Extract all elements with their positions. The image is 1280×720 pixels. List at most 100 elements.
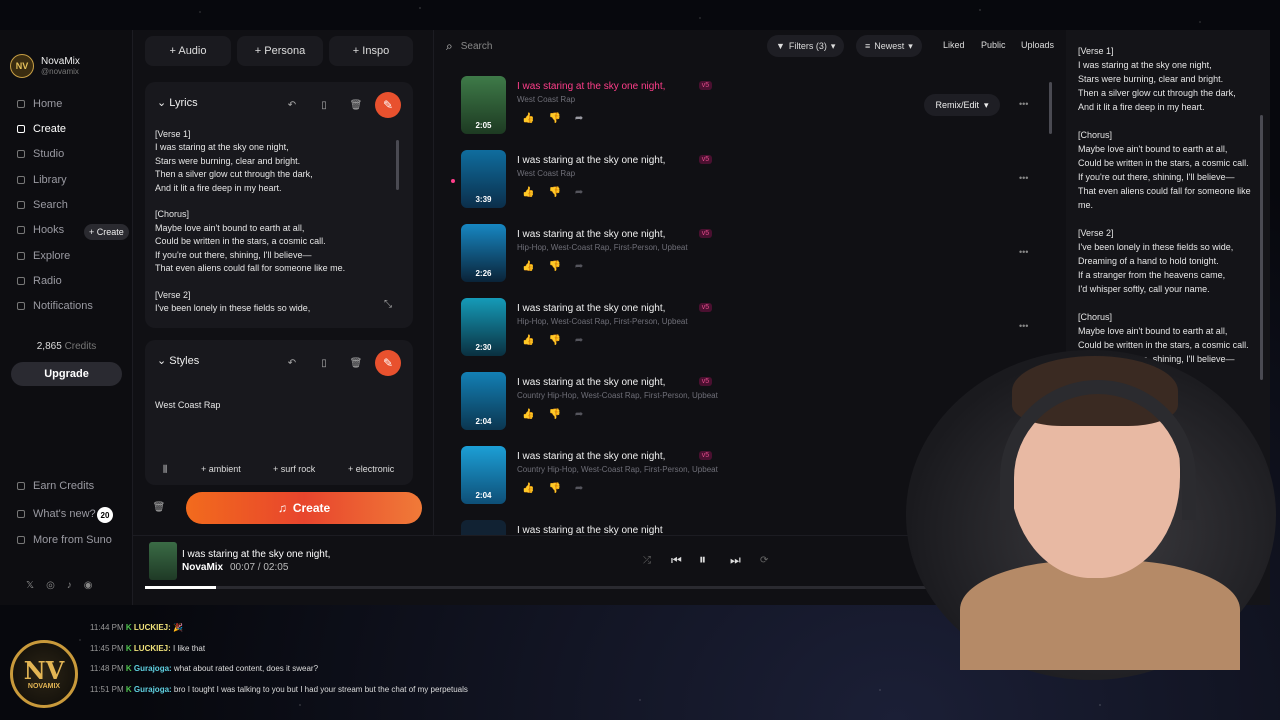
- discord-icon[interactable]: ◉: [84, 580, 93, 591]
- create-button[interactable]: ♫ Create: [186, 492, 422, 524]
- expand-icon[interactable]: ⤡: [380, 296, 396, 312]
- thumbs-down-icon[interactable]: 👎: [548, 261, 560, 272]
- remix-edit-button[interactable]: Remix/Edit ▾: [924, 94, 1000, 116]
- trash-icon[interactable]: 🗑: [348, 97, 364, 113]
- song-row[interactable]: 2:05 I was staring at the sky one night,…: [434, 70, 1044, 144]
- more-options-icon[interactable]: •••: [1019, 173, 1028, 183]
- undo-icon[interactable]: ↶: [284, 355, 300, 371]
- add-inspo-button[interactable]: + Inspo: [329, 36, 413, 66]
- sidebar-item-hooks[interactable]: Hooks: [17, 224, 64, 236]
- styles-input[interactable]: West Coast Rap: [155, 400, 220, 410]
- brand[interactable]: NV NovaMix @novamix: [10, 54, 80, 78]
- sidebar-item-explore[interactable]: Explore: [17, 250, 70, 262]
- public-filter[interactable]: Public: [981, 40, 1006, 50]
- song-thumbnail[interactable]: 2:26: [461, 224, 506, 282]
- sidebar-item-studio[interactable]: Studio: [17, 148, 64, 160]
- thumbs-down-icon[interactable]: 👎: [548, 409, 560, 420]
- tiktok-icon[interactable]: ♪: [67, 580, 72, 591]
- song-title[interactable]: I was staring at the sky one night,: [517, 81, 665, 92]
- filters-button[interactable]: ▼ Filters (3) ▾: [767, 35, 845, 57]
- song-thumbnail[interactable]: 2:30: [461, 298, 506, 356]
- song-row[interactable]: 3:39 I was staring at the sky one night,…: [434, 144, 1044, 218]
- add-audio-button[interactable]: + Audio: [145, 36, 231, 66]
- song-title[interactable]: I was staring at the sky one night,: [517, 155, 665, 166]
- earn-credits-link[interactable]: Earn Credits: [17, 480, 94, 492]
- song-thumbnail[interactable]: 2:04: [461, 372, 506, 430]
- thumbs-up-icon[interactable]: 👍: [522, 261, 534, 272]
- magic-wand-icon[interactable]: ✎: [375, 92, 401, 118]
- thumbs-up-icon[interactable]: 👍: [522, 335, 534, 346]
- thumbs-down-icon[interactable]: 👎: [548, 113, 560, 124]
- progress-bar[interactable]: [145, 586, 1050, 589]
- share-icon[interactable]: ➦: [575, 187, 583, 198]
- lyrics-card-header[interactable]: ⌄ Lyrics: [157, 96, 198, 109]
- song-row[interactable]: 2:30 I was staring at the sky one night,…: [434, 292, 1044, 366]
- bookmark-icon[interactable]: ▯: [316, 97, 332, 113]
- song-duration: 2:26: [475, 269, 492, 278]
- sidebar-item-search[interactable]: Search: [17, 199, 68, 211]
- tag-surf-rock[interactable]: + surf rock: [273, 464, 315, 474]
- lyrics-scrollbar[interactable]: [396, 140, 399, 190]
- styles-card-header[interactable]: ⌄ Styles: [157, 354, 199, 367]
- now-playing-artist[interactable]: NovaMix: [182, 562, 223, 573]
- sidebar-item-home[interactable]: Home: [17, 98, 62, 110]
- more-options-icon[interactable]: •••: [1019, 99, 1028, 109]
- sidebar-item-radio[interactable]: Radio: [17, 275, 62, 287]
- song-list-scrollbar[interactable]: [1049, 82, 1052, 134]
- uploads-filter[interactable]: Uploads: [1021, 40, 1054, 50]
- share-icon[interactable]: ➦: [575, 261, 583, 272]
- liked-filter[interactable]: Liked: [943, 40, 965, 50]
- instagram-icon[interactable]: ◎: [46, 580, 55, 591]
- song-thumbnail[interactable]: 2:05: [461, 76, 506, 134]
- repeat-icon[interactable]: ⟳: [760, 555, 768, 566]
- lyrics-viewer-scrollbar[interactable]: [1260, 115, 1263, 380]
- thumbs-up-icon[interactable]: 👍: [522, 113, 534, 124]
- whats-new-link[interactable]: What's new?: [17, 508, 96, 520]
- shuffle-icon[interactable]: ⤮: [643, 555, 651, 566]
- next-icon[interactable]: ⏭: [730, 553, 741, 568]
- upgrade-button[interactable]: Upgrade: [11, 362, 122, 386]
- share-icon[interactable]: ➦: [575, 335, 583, 346]
- lyrics-textarea[interactable]: [Verse 1] I was staring at the sky one n…: [155, 128, 390, 318]
- share-icon[interactable]: ➦: [575, 409, 583, 420]
- song-thumbnail[interactable]: 3:39: [461, 150, 506, 208]
- more-options-icon[interactable]: •••: [1019, 321, 1028, 331]
- song-title[interactable]: I was staring at the sky one night,: [517, 377, 665, 388]
- more-options-icon[interactable]: •••: [1019, 247, 1028, 257]
- search-input[interactable]: ⌕ Search: [446, 36, 746, 56]
- style-tags-icon[interactable]: ⫼: [163, 464, 167, 475]
- thumbs-down-icon[interactable]: 👎: [548, 335, 560, 346]
- undo-icon[interactable]: ↶: [284, 97, 300, 113]
- pause-icon[interactable]: ⏸: [699, 551, 706, 568]
- song-title[interactable]: I was staring at the sky one night,: [517, 303, 665, 314]
- trash-icon[interactable]: 🗑: [348, 355, 364, 371]
- song-thumbnail[interactable]: 2:04: [461, 446, 506, 504]
- song-title[interactable]: I was staring at the sky one night,: [517, 451, 665, 462]
- sidebar-item-library[interactable]: Library: [17, 174, 67, 186]
- share-icon[interactable]: ➦: [575, 113, 583, 124]
- thumbs-up-icon[interactable]: 👍: [522, 483, 534, 494]
- thumbs-down-icon[interactable]: 👎: [548, 187, 560, 198]
- sidebar-item-create[interactable]: Create: [17, 123, 66, 135]
- sidebar-item-notifications[interactable]: Notifications: [17, 300, 93, 312]
- bookmark-icon[interactable]: ▯: [316, 355, 332, 371]
- sort-button[interactable]: ≡ Newest ▾: [856, 35, 922, 57]
- previous-icon[interactable]: ⏮: [671, 553, 682, 568]
- clear-trash-icon[interactable]: 🗑: [148, 496, 170, 518]
- x-icon[interactable]: 𝕏: [26, 580, 34, 591]
- more-from-suno-link[interactable]: More from Suno: [17, 534, 112, 546]
- share-icon[interactable]: ➦: [575, 483, 583, 494]
- add-persona-button[interactable]: + Persona: [237, 36, 323, 66]
- song-row[interactable]: 2:26 I was staring at the sky one night,…: [434, 218, 1044, 292]
- now-playing-title[interactable]: I was staring at the sky one night,: [182, 549, 330, 560]
- tag-electronic[interactable]: + electronic: [348, 464, 394, 474]
- hooks-create-button[interactable]: + Create: [84, 224, 129, 240]
- magic-wand-icon[interactable]: ✎: [375, 350, 401, 376]
- song-title[interactable]: I was staring at the sky one night,: [517, 229, 665, 240]
- version-badge: v5: [698, 229, 713, 238]
- tag-ambient[interactable]: + ambient: [201, 464, 241, 474]
- thumbs-up-icon[interactable]: 👍: [522, 409, 534, 420]
- now-playing-thumbnail[interactable]: [149, 542, 177, 580]
- thumbs-down-icon[interactable]: 👎: [548, 483, 560, 494]
- thumbs-up-icon[interactable]: 👍: [522, 187, 534, 198]
